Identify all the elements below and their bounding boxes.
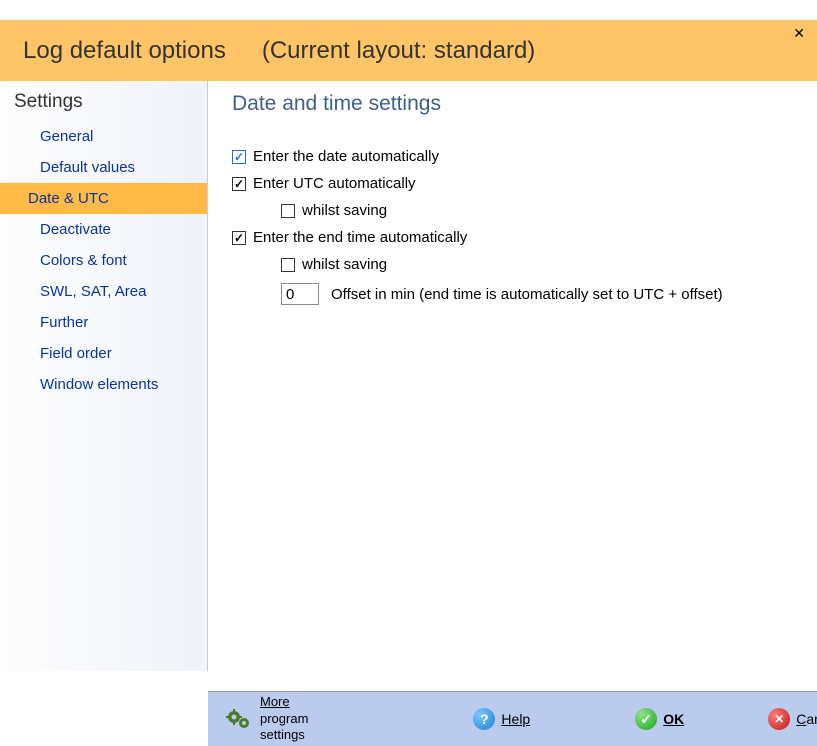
option-end-whilst-saving[interactable]: whilst saving	[232, 256, 793, 273]
option-label: Enter UTC automatically	[253, 175, 416, 192]
option-label: Enter the date automatically	[253, 148, 439, 165]
sidebar-item-default-values[interactable]: Default values	[0, 152, 207, 183]
title-bar: Log default options (Current layout: sta…	[0, 20, 817, 81]
offset-label: Offset in min (end time is automatically…	[331, 286, 723, 303]
option-utc-whilst-saving[interactable]: whilst saving	[232, 202, 793, 219]
settings-sidebar: Settings General Default values Date & U…	[0, 81, 208, 671]
window-title: Log default options	[23, 37, 226, 65]
checkbox-icon[interactable]	[232, 231, 246, 245]
gears-icon	[226, 708, 252, 730]
sidebar-item-colors-font[interactable]: Colors & font	[0, 245, 207, 276]
cancel-button[interactable]: ✕ Cancel	[768, 708, 817, 730]
help-icon: ?	[473, 708, 495, 730]
sidebar-item-swl-sat-area[interactable]: SWL, SAT, Area	[0, 276, 207, 307]
content-panel: Date and time settings Enter the date au…	[208, 81, 817, 671]
help-button[interactable]: ? Help	[473, 708, 530, 730]
sidebar-item-general[interactable]: General	[0, 121, 207, 152]
sidebar-item-further[interactable]: Further	[0, 307, 207, 338]
offset-input[interactable]	[281, 283, 319, 305]
checkbox-icon[interactable]	[232, 150, 246, 164]
option-label: Enter the end time automatically	[253, 229, 467, 246]
cancel-icon: ✕	[768, 708, 790, 730]
checkbox-icon[interactable]	[281, 258, 295, 272]
more-program-settings-button[interactable]: More program settings	[226, 694, 308, 745]
check-icon: ✓	[635, 708, 657, 730]
offset-row: Offset in min (end time is automatically…	[232, 283, 793, 305]
more-line1: More	[260, 694, 308, 711]
more-line2: program settings	[260, 711, 308, 745]
content-heading: Date and time settings	[232, 92, 793, 116]
option-enter-date-auto[interactable]: Enter the date automatically	[232, 148, 793, 165]
checkbox-icon[interactable]	[281, 204, 295, 218]
checkbox-icon[interactable]	[232, 177, 246, 191]
ok-label: OK	[663, 711, 684, 727]
option-enter-end-auto[interactable]: Enter the end time automatically	[232, 229, 793, 246]
sidebar-item-deactivate[interactable]: Deactivate	[0, 214, 207, 245]
sidebar-item-date-utc[interactable]: Date & UTC	[0, 183, 207, 214]
help-label: Help	[501, 711, 530, 727]
sidebar-heading: Settings	[0, 87, 207, 121]
bottom-bar: More program settings ? Help ✓ OK ✕ Canc…	[208, 691, 817, 746]
window-subtitle: (Current layout: standard)	[262, 37, 535, 65]
sidebar-item-window-elements[interactable]: Window elements	[0, 369, 207, 400]
option-label: whilst saving	[302, 202, 387, 219]
option-label: whilst saving	[302, 256, 387, 273]
sidebar-item-field-order[interactable]: Field order	[0, 338, 207, 369]
option-enter-utc-auto[interactable]: Enter UTC automatically	[232, 175, 793, 192]
close-icon[interactable]: ✕	[793, 25, 805, 42]
ok-button[interactable]: ✓ OK	[635, 708, 684, 730]
cancel-rest: ancel	[806, 711, 817, 727]
